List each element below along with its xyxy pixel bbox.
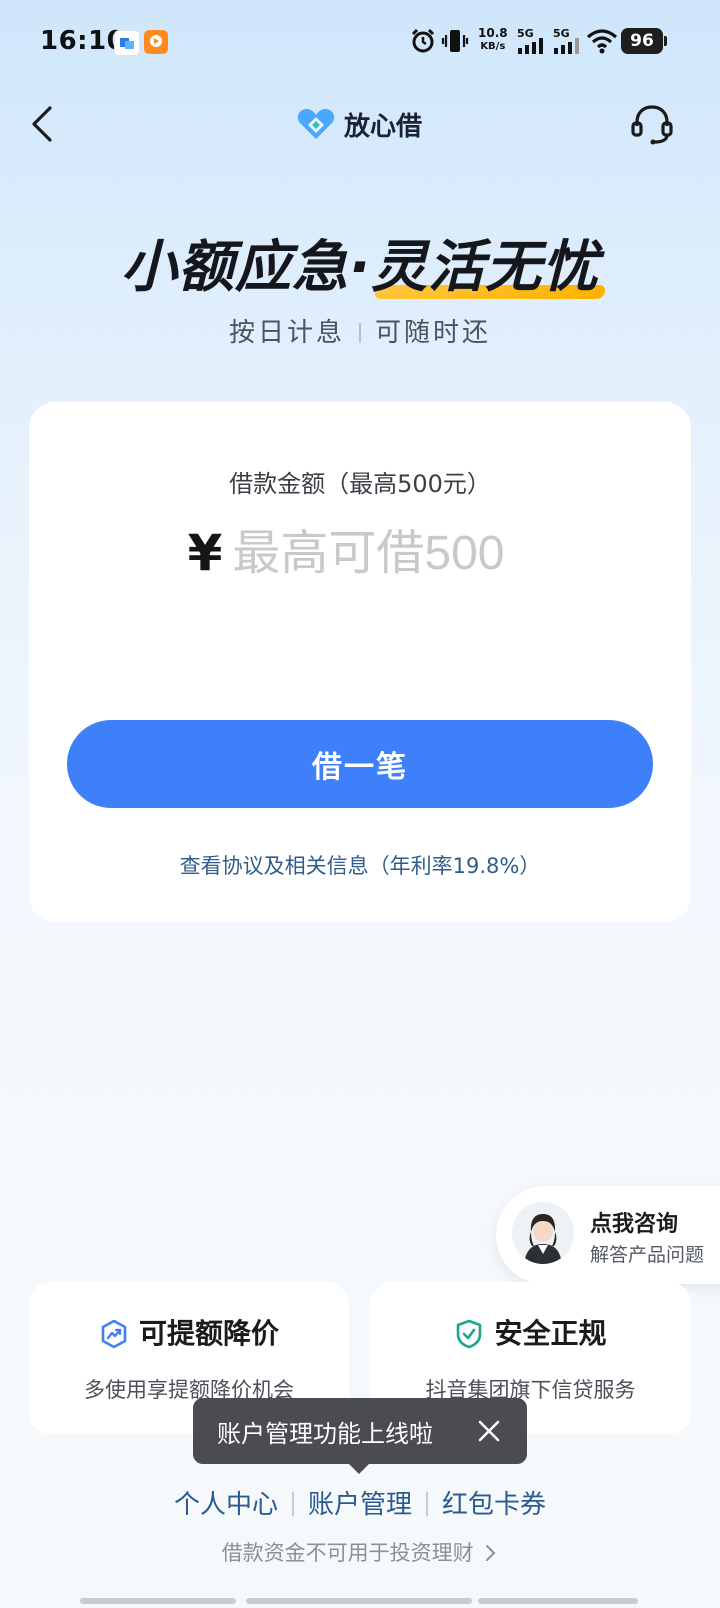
hero-subtitle: 按日计息 可随时还: [0, 312, 720, 349]
hero-title-highlight: 灵活无忧: [371, 222, 599, 303]
feature-title: 安全正规: [370, 1312, 691, 1352]
agent-avatar: [512, 1202, 574, 1264]
video-app-icon: [144, 30, 168, 54]
feature-title: 可提额降价: [29, 1312, 349, 1352]
brand-logo-icon: [297, 109, 335, 139]
agreement-link[interactable]: 查看协议及相关信息（年利率19.8%）: [29, 850, 691, 880]
link-coupons[interactable]: 红包卡券: [428, 1490, 560, 1520]
network-speed: 10.8 KB/s: [478, 26, 508, 53]
toast-close-button[interactable]: [473, 1415, 505, 1447]
hero-sub-right: 可随时还: [375, 318, 492, 348]
gesture-bar: [478, 1598, 638, 1604]
toast-pointer: [348, 1463, 370, 1474]
shield-check-icon: [457, 1319, 482, 1349]
amount-row: ¥: [29, 524, 691, 594]
consult-subtitle: 解答产品问题: [590, 1244, 705, 1266]
consult-title: 点我咨询: [590, 1212, 679, 1237]
brand-name: 放心借: [344, 111, 423, 142]
footer-note-text: 借款资金不可用于投资理财: [221, 1541, 474, 1565]
status-time: 16:10: [40, 26, 126, 56]
toast-text: 账户管理功能上线啦: [217, 1420, 433, 1448]
signal-icon: [554, 38, 582, 58]
customer-service-button[interactable]: [628, 100, 676, 148]
gesture-bar: [246, 1598, 472, 1604]
currency-symbol: ¥: [187, 524, 223, 582]
amount-input[interactable]: [232, 525, 533, 581]
vibrate-icon: [441, 27, 469, 59]
trend-up-icon: [101, 1319, 127, 1349]
hero-title: 小额应急·灵活无忧: [0, 222, 720, 303]
link-personal-center[interactable]: 个人中心: [160, 1490, 292, 1520]
consult-bubble[interactable]: 点我咨询 解答产品问题: [496, 1186, 720, 1284]
footer-links: 个人中心 账户管理 红包卡券: [0, 1484, 720, 1521]
hero-title-part1: 小额应急·: [120, 235, 372, 300]
loan-card: 借款金额（最高500元） ¥ 借一笔 查看协议及相关信息（年利率19.8%）: [29, 402, 691, 922]
chevron-right-icon: [486, 1545, 496, 1561]
feature-title-text: 安全正规: [494, 1317, 607, 1350]
brand: 放心借: [296, 102, 422, 146]
link-account-management[interactable]: 账户管理: [294, 1490, 426, 1520]
amount-label: 借款金额（最高500元）: [229, 470, 491, 498]
chevron-left-icon: [32, 106, 52, 142]
notification-app-icon: [114, 30, 140, 56]
divider: [359, 323, 361, 343]
signal-icon: [518, 38, 546, 58]
back-button[interactable]: [24, 102, 64, 146]
gesture-bar: [80, 1598, 236, 1604]
alarm-icon: [409, 27, 437, 59]
hero-sub-left: 按日计息: [228, 318, 345, 348]
headset-icon: [631, 105, 673, 145]
wifi-icon: [586, 28, 618, 58]
footer-note[interactable]: 借款资金不可用于投资理财: [0, 1537, 720, 1567]
status-bar: 16:10 10.8 KB/s 5G 5G 96: [0, 0, 720, 84]
feature-title-text: 可提额降价: [138, 1317, 279, 1350]
feature-toast: 账户管理功能上线啦: [193, 1398, 527, 1464]
close-icon: [478, 1420, 500, 1442]
borrow-button[interactable]: 借一笔: [67, 720, 653, 808]
battery-indicator: 96: [621, 28, 663, 54]
battery-tip: [664, 36, 667, 46]
